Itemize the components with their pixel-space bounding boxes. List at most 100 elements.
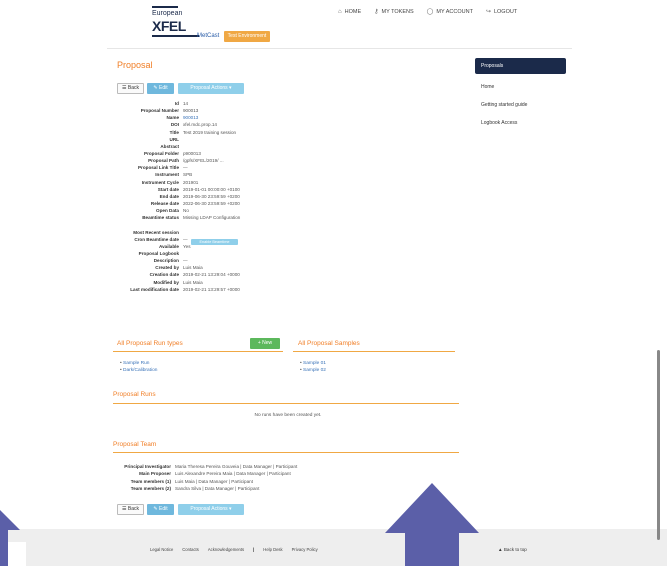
nav-my-tokens-label: MY TOKENS	[381, 8, 414, 15]
edit-icon: ✎	[153, 506, 158, 512]
detail-label: End date	[159, 193, 179, 199]
detail-label: Most Recent session	[133, 229, 179, 235]
nav-home[interactable]: ⌂ HOME	[338, 8, 361, 15]
detail-label: Modified by	[153, 279, 179, 285]
detail-label: Proposal Link Title	[137, 165, 179, 171]
detail-value: —	[183, 258, 188, 264]
nav-my-tokens[interactable]: ⚷ MY TOKENS	[374, 8, 414, 16]
detail-row: Created by Luis Maia	[112, 264, 332, 271]
new-runtype-button[interactable]: + New	[250, 338, 280, 349]
detail-label: Cron Beamtime date	[134, 236, 179, 242]
runs-divider	[113, 403, 459, 404]
detail-row: Release date 2022-06-30 23:59:59 +0200	[112, 200, 332, 207]
edit-icon: ✎	[153, 85, 158, 91]
scrollbar-thumb[interactable]	[657, 350, 660, 540]
sidebar-item-proposals[interactable]: Proposals	[475, 58, 566, 74]
runtype-item[interactable]: Sample Run	[120, 360, 157, 367]
footer-link-privacy[interactable]: Privacy Policy	[292, 547, 318, 552]
user-icon: ◯	[426, 9, 434, 15]
team-row: Principal Investigator Maria Theresa Pere…	[112, 463, 442, 470]
detail-label: Beamtime status	[142, 215, 179, 221]
detail-value[interactable]: 900013	[183, 114, 198, 121]
detail-row: Proposal Folder p900013	[112, 150, 332, 157]
detail-label: Created by	[155, 265, 179, 271]
detail-value: /gpfs/XFEL/2019/ ...	[183, 158, 224, 164]
detail-label: Creation date	[149, 272, 179, 278]
detail-label: Proposal Path	[148, 158, 179, 164]
detail-row: Last modification date 2019-02-21 13:29:5…	[112, 286, 332, 293]
proposal-details: Id 14 Proposal Number 900013 Name 900013 DOI xf…	[112, 100, 332, 293]
list-icon: ☰	[122, 506, 127, 512]
detail-row: Open Data No	[112, 207, 332, 214]
proposal-actions-dropdown-bottom[interactable]: Proposal Actions ▾	[178, 504, 244, 515]
detail-row: DOI xfel.mdc.prop.14	[112, 121, 332, 128]
detail-value: p900013	[183, 150, 201, 156]
sidebar-item-home[interactable]: Home	[475, 80, 566, 95]
runtype-item[interactable]: Dark/Calibration	[120, 367, 157, 374]
nav-logout-label: LOGOUT	[493, 8, 518, 15]
logo-rule	[152, 6, 178, 8]
team-role-label: Main Proposer	[139, 471, 171, 477]
nav-home-label: HOME	[344, 8, 362, 15]
team-divider	[113, 452, 459, 453]
detail-row: End date 2019-06-30 23:59:59 +0200	[112, 193, 332, 200]
footer-links: Legal Notice Contacts Acknowledgements |…	[150, 547, 318, 552]
detail-label: Description	[153, 258, 179, 264]
key-icon: ⚷	[374, 9, 379, 15]
sidebar-item-getting-started[interactable]: Getting started guide	[475, 98, 566, 113]
footer-link-acknowledgements[interactable]: Acknowledgements	[208, 547, 244, 552]
detail-value: 2019-02-21 13:29:57 +0000	[183, 286, 240, 292]
detail-value: No	[183, 208, 189, 214]
detail-value: 2019-02-21 13:29:04 +0000	[183, 272, 240, 278]
footer-link-help-desk[interactable]: Help Desk	[263, 547, 282, 552]
detail-row: Start date 2019-01-01 00:00:00 +0100	[112, 186, 332, 193]
edit-button-bottom[interactable]: ✎ Edit	[147, 504, 174, 515]
team-title: Proposal Team	[113, 441, 157, 448]
footer-link-legal[interactable]: Legal Notice	[150, 547, 173, 552]
edit-button-label: Edit	[158, 506, 168, 512]
detail-label: Id	[174, 101, 179, 106]
detail-value: 2022-06-30 23:59:59 +0200	[183, 200, 240, 206]
edit-button[interactable]: ✎ Edit	[147, 83, 174, 94]
detail-row: Instrument SPB	[112, 171, 332, 178]
runtypes-list: Sample Run Dark/Calibration	[120, 360, 157, 374]
detail-label: Open Data	[156, 208, 179, 214]
detail-label: DOI	[170, 122, 179, 128]
detail-label: Start date	[157, 186, 179, 192]
proposal-actions-dropdown[interactable]: Proposal Actions ▾	[178, 83, 244, 94]
logo[interactable]: XFEL	[152, 18, 186, 34]
page-title: Proposal	[117, 60, 153, 70]
sample-item[interactable]: Sample 02	[300, 367, 326, 374]
team-member-value: Luis Maia | Data Manager | Participant	[175, 478, 253, 484]
detail-value: xfel.mdc.prop.14	[183, 122, 217, 128]
detail-label: Title	[169, 129, 179, 135]
home-icon: ⌂	[338, 8, 342, 15]
detail-label: Proposal Logbook	[138, 250, 179, 256]
detail-label: Release date	[150, 200, 179, 206]
team-member-value: Luis Alexandre Pereira Maia | Data Manag…	[175, 471, 291, 477]
runs-empty-message: No runs have been created yet.	[254, 413, 322, 418]
enable-beamtime-button[interactable]: Enable Beamtime	[191, 239, 238, 245]
environment-badge: Test Environment	[224, 31, 270, 42]
detail-value: Yes	[183, 243, 191, 249]
runtypes-title: All Proposal Run types	[117, 340, 183, 347]
edit-button-label: Edit	[158, 85, 168, 91]
sidebar-item-logbook-access[interactable]: Logbook Access	[475, 116, 566, 131]
nav-logout[interactable]: ↪ LOGOUT	[486, 8, 518, 16]
runtypes-divider	[113, 351, 283, 352]
nav-my-account-label: MY ACCOUNT	[436, 8, 473, 15]
back-button-bottom[interactable]: ☰ Back	[117, 504, 144, 515]
sample-item[interactable]: Sample 01	[300, 360, 326, 367]
footer-link-contacts[interactable]: Contacts	[182, 547, 199, 552]
app-name: MetCast	[197, 33, 220, 39]
nav-my-account[interactable]: ◯ MY ACCOUNT	[426, 8, 473, 16]
detail-row: Creation date 2019-02-21 13:29:04 +0000	[112, 271, 332, 278]
team-role-label: Team members (1)	[130, 478, 171, 484]
detail-label: Instrument Cycle	[141, 179, 179, 185]
back-button[interactable]: ☰ Back	[117, 83, 144, 94]
up-arrow-overlay-icon	[385, 483, 479, 566]
detail-label: Last modification date	[130, 286, 179, 292]
detail-row: Proposal Number 900013	[112, 107, 332, 114]
detail-value: 900013	[183, 108, 199, 114]
detail-label: Instrument	[155, 172, 179, 178]
